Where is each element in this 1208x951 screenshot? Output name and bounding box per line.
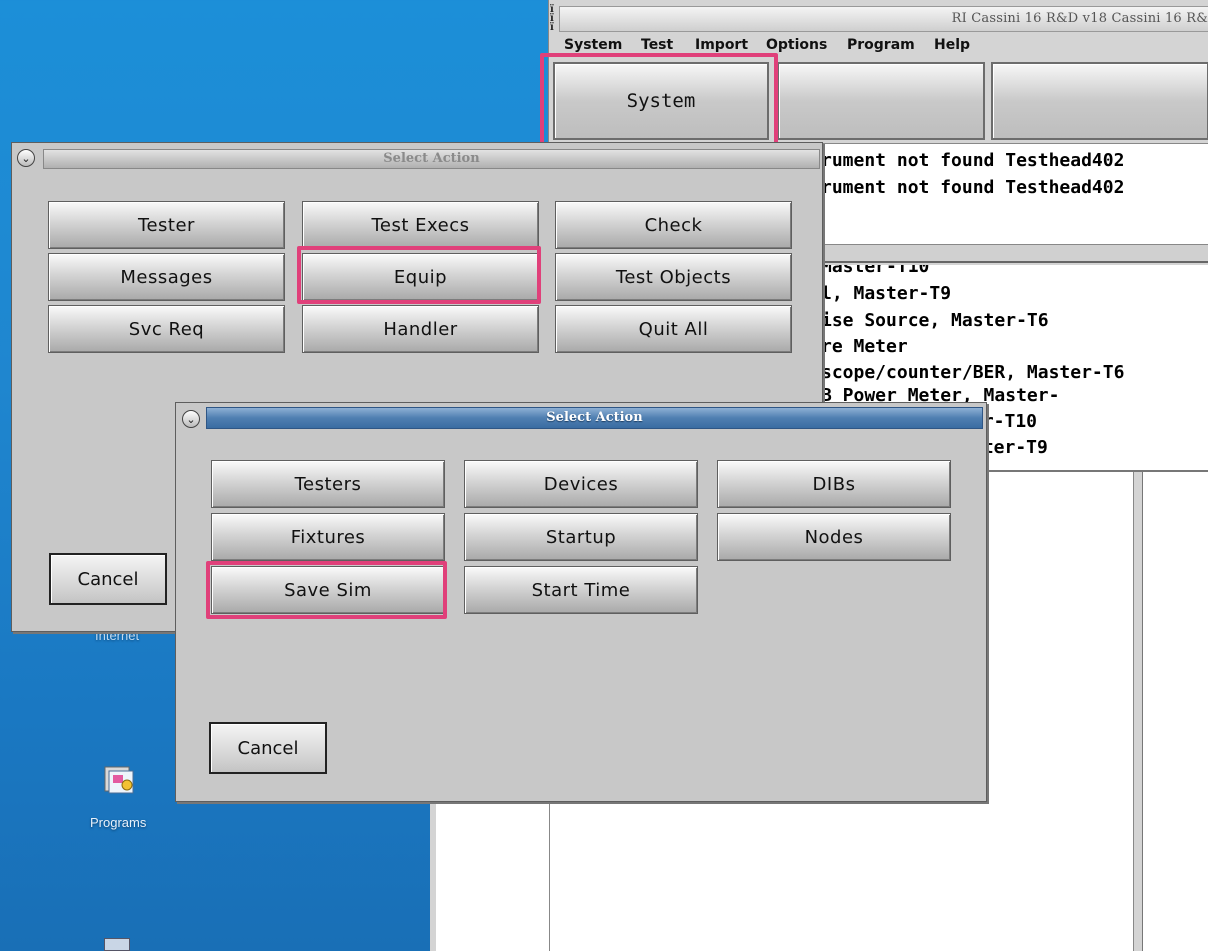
equip-button[interactable]: Equip bbox=[302, 253, 539, 301]
dibs-button[interactable]: DIBs bbox=[717, 460, 951, 508]
quit-all-button[interactable]: Quit All bbox=[555, 305, 792, 353]
check-button[interactable]: Check bbox=[555, 201, 792, 249]
dialog-front-title: Select Action bbox=[546, 410, 643, 425]
app-titlebar[interactable]: ïïï RI Cassini 16 R&D v18 Cassini 16 R& bbox=[550, 5, 1208, 33]
equipment-item: scope/counter/BER, Master-T6 bbox=[821, 362, 1125, 383]
test-execs-button[interactable]: Test Execs bbox=[302, 201, 539, 249]
cancel-button-back[interactable]: Cancel bbox=[49, 553, 167, 605]
dialog-back-titlebar[interactable]: Select Action bbox=[43, 149, 820, 169]
save-sim-button[interactable]: Save Sim bbox=[211, 566, 445, 614]
equipment-item: ise Source, Master-T6 bbox=[821, 310, 1049, 331]
cancel-button-front[interactable]: Cancel bbox=[209, 722, 327, 774]
desktop-icon-partial[interactable] bbox=[104, 938, 130, 951]
collapse-icon[interactable]: ⌄ bbox=[182, 410, 200, 428]
equipment-item: Master-T10 bbox=[821, 265, 930, 277]
collapse-icon[interactable]: ⌄ bbox=[17, 149, 35, 167]
svc-req-button[interactable]: Svc Req bbox=[48, 305, 285, 353]
nodes-button[interactable]: Nodes bbox=[717, 513, 951, 561]
fixtures-button[interactable]: Fixtures bbox=[211, 513, 445, 561]
desktop-icon-programs-label: Programs bbox=[90, 815, 147, 830]
app-logo-icon: ïïï bbox=[550, 4, 554, 33]
startup-button[interactable]: Startup bbox=[464, 513, 698, 561]
menu-options[interactable]: Options bbox=[766, 37, 827, 53]
menu-bar: System Test Import Options Program Help bbox=[549, 34, 1208, 58]
menu-import[interactable]: Import bbox=[695, 37, 748, 53]
toolbar-button-3[interactable] bbox=[991, 62, 1208, 140]
menu-program[interactable]: Program bbox=[847, 37, 915, 53]
message-line: rument not found Testhead402 bbox=[821, 150, 1125, 171]
dialog-back-title: Select Action bbox=[383, 151, 480, 166]
devices-button[interactable]: Devices bbox=[464, 460, 698, 508]
start-time-button[interactable]: Start Time bbox=[464, 566, 698, 614]
equipment-item: l, Master-T9 bbox=[821, 283, 952, 304]
toolbar-button-2[interactable] bbox=[777, 62, 985, 140]
menu-help[interactable]: Help bbox=[934, 37, 970, 53]
menu-system[interactable]: System bbox=[564, 37, 622, 53]
dialog-front-titlebar[interactable]: Select Action bbox=[206, 407, 983, 429]
menu-test[interactable]: Test bbox=[641, 37, 673, 53]
select-action-dialog-front: ⌄ Select Action Testers Devices DIBs Fix… bbox=[175, 402, 987, 802]
lower-pane-gutter bbox=[1134, 472, 1142, 951]
desktop-icon-programs[interactable]: Programs bbox=[86, 755, 152, 835]
messages-button[interactable]: Messages bbox=[48, 253, 285, 301]
lower-pane-right[interactable] bbox=[1142, 472, 1208, 951]
test-objects-button[interactable]: Test Objects bbox=[555, 253, 792, 301]
equipment-item: re Meter bbox=[821, 336, 908, 357]
handler-button[interactable]: Handler bbox=[302, 305, 539, 353]
toolbar-system-button[interactable]: System bbox=[553, 62, 769, 140]
testers-button[interactable]: Testers bbox=[211, 460, 445, 508]
tester-button[interactable]: Tester bbox=[48, 201, 285, 249]
message-line: rument not found Testhead402 bbox=[821, 177, 1125, 198]
app-title: RI Cassini 16 R&D v18 Cassini 16 R& bbox=[951, 11, 1208, 26]
programs-icon bbox=[104, 766, 134, 794]
